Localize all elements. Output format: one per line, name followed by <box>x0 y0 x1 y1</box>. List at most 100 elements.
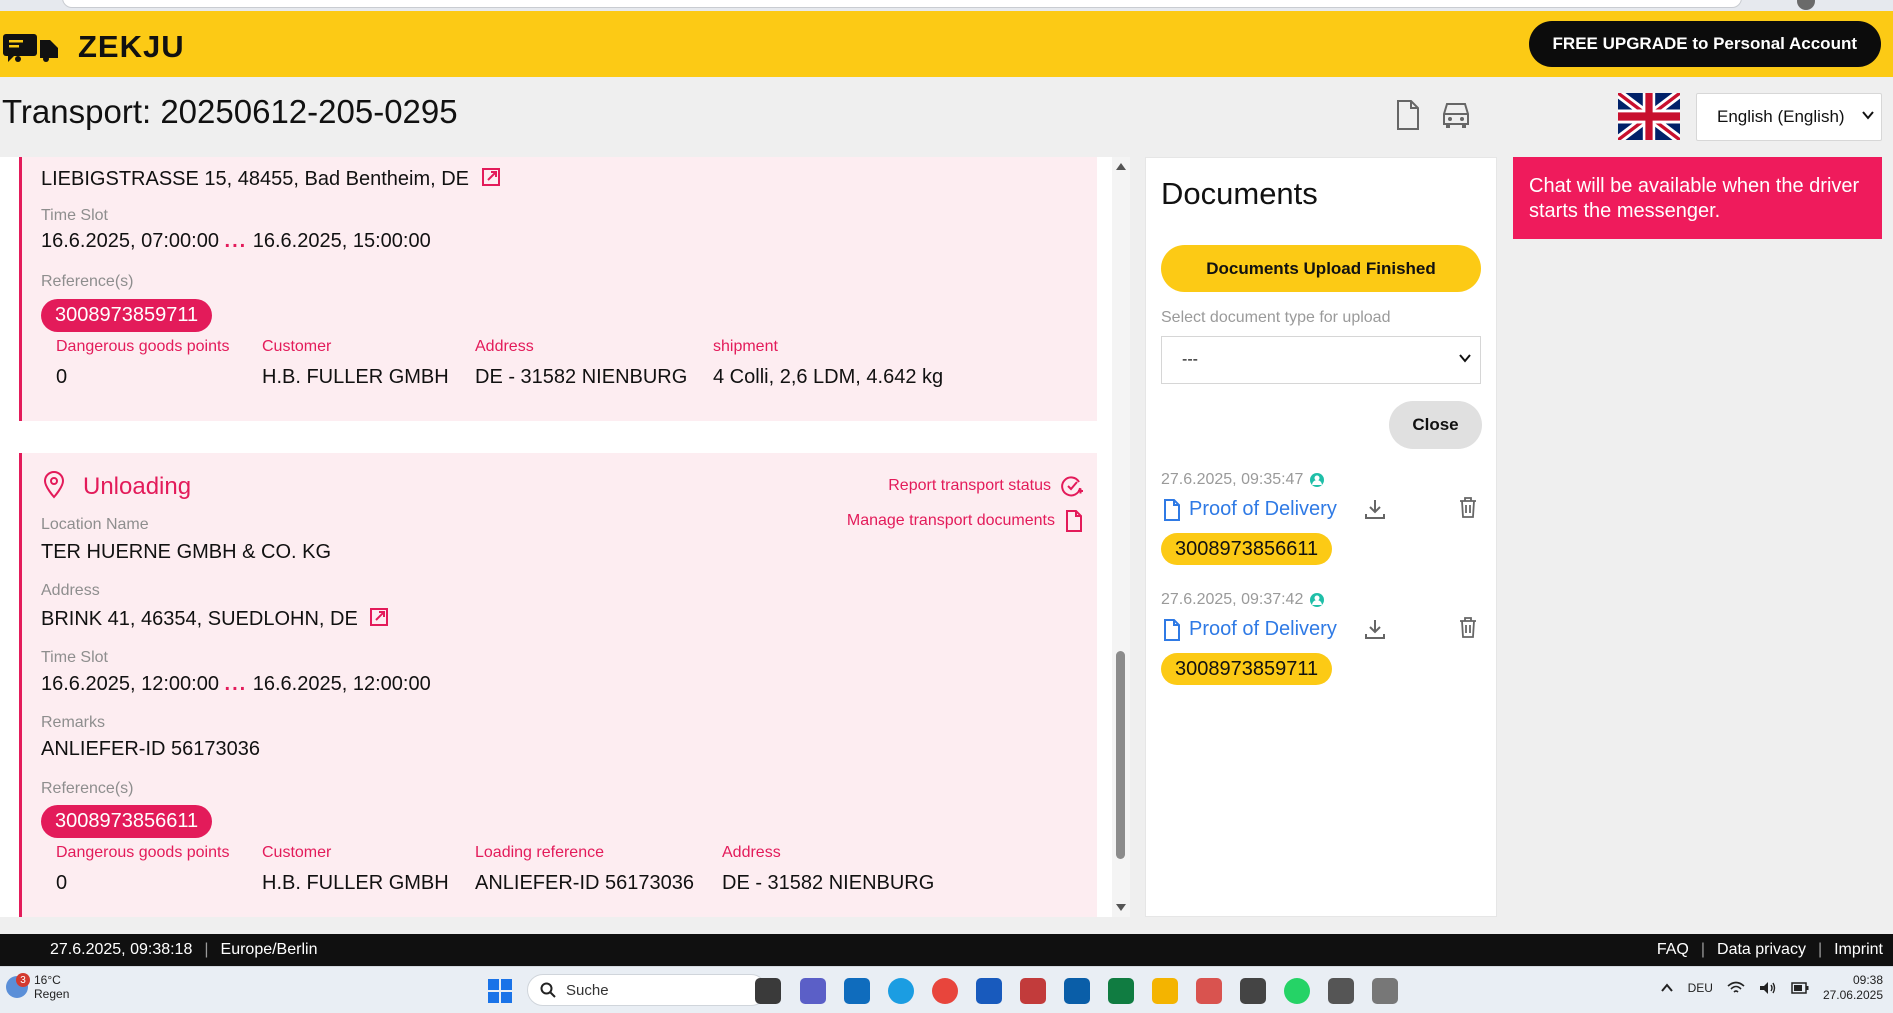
weather-widget[interactable]: 3 16°C Regen <box>6 973 69 1002</box>
excel-icon[interactable] <box>1108 978 1134 1004</box>
document-reference-pill[interactable]: 3008973859711 <box>1161 653 1333 685</box>
detail-label: Address <box>475 338 534 355</box>
wifi-icon[interactable] <box>1727 981 1745 995</box>
free-upgrade-button[interactable]: FREE UPGRADE to Personal Account <box>1528 21 1881 67</box>
time-slot-separator: ... <box>224 230 248 252</box>
detail-value: DE - 31582 NIENBURG <box>722 872 935 894</box>
app-footer: 27.6.2025, 09:38:18 | Europe/Berlin FAQ … <box>0 934 1893 966</box>
document-timestamp-text: 27.6.2025, 09:35:47 <box>1161 471 1304 488</box>
weather-rain-icon: 3 <box>6 973 30 999</box>
unloading-time-slot: 16.6.2025, 12:00:00 ... 16.6.2025, 12:00… <box>41 673 431 696</box>
taskbar-search[interactable]: Suche <box>527 974 767 1006</box>
transport-stops-panel: LIEBIGSTRASSE 15, 48455, Bad Bentheim, D… <box>0 157 1130 917</box>
document-reference-pill[interactable]: 3008973856611 <box>1161 533 1333 565</box>
chrome-icon[interactable] <box>932 978 958 1004</box>
logo-text: ZEKJU <box>78 29 185 64</box>
document-type-select[interactable]: --- <box>1161 336 1481 384</box>
time-slot-end: 16.6.2025, 12:00:00 <box>252 673 431 695</box>
imprint-link[interactable]: Imprint <box>1834 941 1883 959</box>
trash-icon[interactable] <box>1458 496 1478 518</box>
trash-icon[interactable] <box>1458 616 1478 638</box>
detail-value: 4 Colli, 2,6 LDM, 4.642 kg <box>713 366 944 388</box>
reference-pill[interactable]: 3008973859711 <box>41 299 213 332</box>
external-link-icon[interactable] <box>369 607 389 627</box>
manage-transport-documents-link[interactable]: Manage transport documents <box>847 510 1083 532</box>
weather-description: Regen <box>34 987 70 1002</box>
chevron-up-icon[interactable] <box>1660 981 1674 995</box>
language-select[interactable]: English (English) <box>1696 93 1882 141</box>
teams-icon[interactable] <box>800 978 826 1004</box>
reference-pill[interactable]: 3008973856611 <box>41 805 213 838</box>
address-bar[interactable] <box>62 0 1742 8</box>
taskbar-search-placeholder: Suche <box>566 981 609 999</box>
document-type-value: --- <box>1182 351 1198 368</box>
taskbar-time: 09:38 <box>1852 973 1883 987</box>
driver-icon <box>1310 473 1325 487</box>
battery-icon[interactable] <box>1791 982 1809 994</box>
references-label: Reference(s) <box>41 780 134 797</box>
keyboard-language[interactable]: DEU <box>1688 981 1713 995</box>
chat-unavailable-notice: Chat will be available when the driver s… <box>1513 157 1882 239</box>
task-view-icon[interactable] <box>755 978 781 1004</box>
word-icon[interactable] <box>976 978 1002 1004</box>
logo[interactable]: ZEKJU <box>2 29 185 65</box>
taskbar-date: 27.06.2025 <box>1822 988 1883 1002</box>
close-button[interactable]: Close <box>1389 401 1482 449</box>
taskbar-clock[interactable]: 09:38 27.06.2025 <box>1823 973 1883 1003</box>
document-icon[interactable] <box>1396 100 1420 130</box>
chart-app-icon[interactable] <box>1020 978 1046 1004</box>
document-timestamp: 27.6.2025, 09:37:42 <box>1161 591 1325 609</box>
scroll-up-arrow-icon[interactable] <box>1116 163 1126 170</box>
loading-address: LIEBIGSTRASSE 15, 48455, Bad Bentheim, D… <box>41 167 501 191</box>
document-name: Proof of Delivery <box>1189 618 1337 640</box>
fax-icon[interactable] <box>1372 978 1398 1004</box>
uk-flag-icon <box>1618 93 1680 140</box>
chevron-down-icon <box>1459 354 1471 363</box>
windows-start-icon[interactable] <box>488 979 512 1003</box>
location-pin-icon <box>43 471 65 499</box>
file-explorer-icon[interactable] <box>1152 978 1178 1004</box>
detail-label: Dangerous goods points <box>56 338 230 355</box>
loading-time-slot: 16.6.2025, 07:00:00 ... 16.6.2025, 15:00… <box>41 230 431 253</box>
time-slot-separator: ... <box>224 673 248 695</box>
detail-label: Customer <box>262 844 332 861</box>
download-icon[interactable] <box>1363 617 1387 641</box>
document-name: Proof of Delivery <box>1189 498 1337 520</box>
footer-datetime: 27.6.2025, 09:38:18 <box>50 941 193 958</box>
detail-value: H.B. FULLER GMBH <box>262 366 449 388</box>
scroll-down-arrow-icon[interactable] <box>1116 904 1126 911</box>
profile-avatar[interactable] <box>1797 0 1815 10</box>
external-link-icon[interactable] <box>481 167 501 187</box>
faq-link[interactable]: FAQ <box>1657 941 1689 959</box>
unloading-address-text: BRINK 41, 46354, SUEDLOHN, DE <box>41 608 358 630</box>
printer-icon[interactable] <box>1328 978 1354 1004</box>
footer-separator: | <box>1817 941 1823 958</box>
footer-separator: | <box>1700 941 1706 958</box>
detail-label: Customer <box>262 338 332 355</box>
app-header: ZEKJU FREE UPGRADE to Personal Account <box>0 11 1893 77</box>
documents-upload-finished-button[interactable]: Documents Upload Finished <box>1161 245 1481 292</box>
document-link[interactable]: Proof of Delivery <box>1163 618 1337 641</box>
outlook-icon[interactable] <box>844 978 870 1004</box>
system-tray: DEU 09:38 27.06.2025 <box>1660 973 1883 1003</box>
network-tool-icon[interactable] <box>1196 978 1222 1004</box>
data-privacy-link[interactable]: Data privacy <box>1717 941 1806 959</box>
main-scrollbar[interactable] <box>1112 157 1130 917</box>
scrollbar-thumb[interactable] <box>1116 651 1125 859</box>
whatsapp-icon[interactable] <box>1284 978 1310 1004</box>
edge-icon[interactable] <box>888 978 914 1004</box>
speaker-icon[interactable] <box>1759 981 1777 995</box>
document-link[interactable]: Proof of Delivery <box>1163 498 1337 521</box>
unloading-address: BRINK 41, 46354, SUEDLOHN, DE <box>41 607 389 631</box>
vehicle-icon[interactable] <box>1441 100 1471 130</box>
report-transport-status-label: Report transport status <box>888 477 1051 494</box>
remote-app-icon[interactable] <box>1240 978 1266 1004</box>
footer-separator: | <box>204 941 209 958</box>
download-icon[interactable] <box>1363 497 1387 521</box>
detail-value: 0 <box>56 872 68 894</box>
references-label: Reference(s) <box>41 273 134 290</box>
report-transport-status-link[interactable]: Report transport status <box>888 475 1083 497</box>
address-label: Address <box>41 582 100 599</box>
store-icon[interactable] <box>1064 978 1090 1004</box>
language-select-value: English (English) <box>1717 107 1845 126</box>
